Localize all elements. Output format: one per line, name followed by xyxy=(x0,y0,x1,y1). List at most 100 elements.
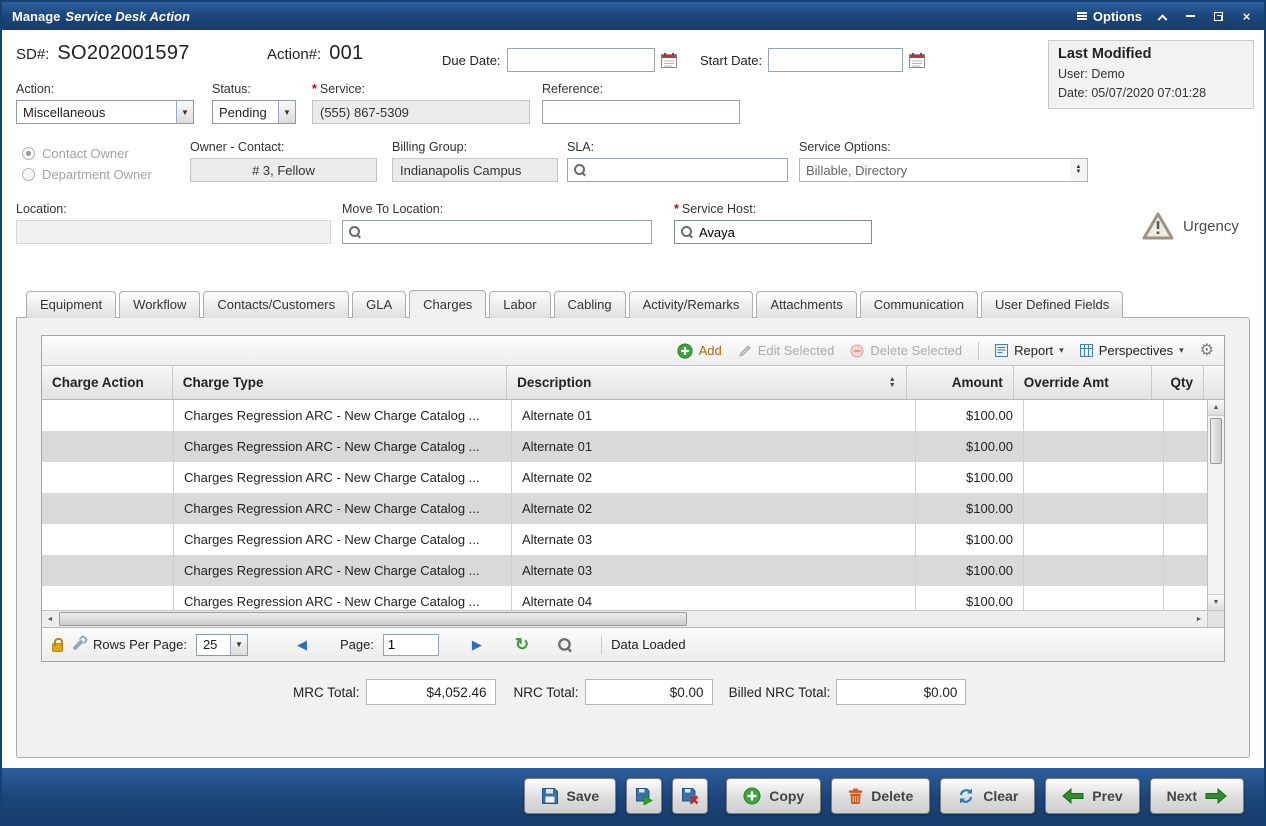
column-header-amount[interactable]: Amount xyxy=(907,366,1014,399)
tab-attachments[interactable]: Attachments xyxy=(756,291,856,318)
tab-activity-remarks[interactable]: Activity/Remarks xyxy=(629,291,754,318)
table-row[interactable]: Charges Regression ARC - New Charge Cata… xyxy=(42,400,1224,431)
options-button[interactable]: Options xyxy=(1077,9,1142,24)
search-icon[interactable] xyxy=(558,638,572,652)
action-label: Action: xyxy=(16,82,194,96)
grid-header-row: Charge Action Charge Type Description ▲▼… xyxy=(42,366,1224,400)
table-row[interactable]: Charges Regression ARC - New Charge Cata… xyxy=(42,586,1224,610)
cell-amount: $100.00 xyxy=(916,431,1024,462)
scroll-right-button[interactable]: ► xyxy=(1191,611,1207,627)
save-continue-icon xyxy=(635,787,653,805)
urgency-indicator[interactable]: Urgency xyxy=(1142,212,1239,240)
tab-charges[interactable]: Charges xyxy=(409,290,486,318)
cell-amount: $100.00 xyxy=(916,524,1024,555)
sla-input[interactable] xyxy=(592,159,781,181)
reference-input[interactable] xyxy=(542,100,740,124)
column-header-qty[interactable]: Qty xyxy=(1152,366,1204,399)
move-to-location-field[interactable] xyxy=(342,220,652,244)
page-number-input[interactable] xyxy=(383,634,439,656)
save-button[interactable]: Save xyxy=(524,778,617,814)
service-host-field[interactable] xyxy=(674,220,872,244)
delete-button[interactable]: Delete xyxy=(831,778,930,814)
cell-charge-action xyxy=(42,555,174,586)
gear-icon[interactable]: ⚙ xyxy=(1200,343,1214,359)
cell-charge-type: Charges Regression ARC - New Charge Cata… xyxy=(174,524,512,555)
column-header-charge-action[interactable]: Charge Action xyxy=(42,366,173,399)
charges-grid: Add Edit Selected Delete Selected Report… xyxy=(41,335,1225,662)
scroll-left-button[interactable]: ◄ xyxy=(42,611,58,627)
table-row[interactable]: Charges Regression ARC - New Charge Cata… xyxy=(42,555,1224,586)
tab-user-defined-fields[interactable]: User Defined Fields xyxy=(981,291,1123,318)
vertical-scrollbar[interactable]: ▲ ▼ xyxy=(1207,400,1224,610)
scroll-up-button[interactable]: ▲ xyxy=(1208,400,1224,416)
cell-charge-type: Charges Regression ARC - New Charge Cata… xyxy=(174,586,512,610)
popout-icon xyxy=(1214,12,1223,21)
close-button[interactable]: × xyxy=(1239,8,1254,24)
grid-status-text: Data Loaded xyxy=(611,637,685,652)
prev-button[interactable]: Prev xyxy=(1045,778,1139,814)
cell-override-amt xyxy=(1024,462,1164,493)
service-host-label: *Service Host: xyxy=(674,202,872,216)
collapse-button[interactable] xyxy=(1155,8,1170,24)
tab-cabling[interactable]: Cabling xyxy=(554,291,626,318)
cell-override-amt xyxy=(1024,524,1164,555)
service-host-input[interactable] xyxy=(699,221,865,243)
perspectives-icon xyxy=(1080,344,1093,357)
horizontal-scroll-thumb[interactable] xyxy=(59,612,687,626)
move-to-location-input[interactable] xyxy=(367,221,645,243)
previous-page-button[interactable]: ◀ xyxy=(294,637,310,653)
table-row[interactable]: Charges Regression ARC - New Charge Cata… xyxy=(42,493,1224,524)
add-button[interactable]: Add xyxy=(677,343,722,359)
tab-communication[interactable]: Communication xyxy=(860,291,978,318)
dropdown-arrow-icon: ▼ xyxy=(230,635,247,655)
start-date-calendar-button[interactable] xyxy=(909,53,925,68)
sla-search-field[interactable] xyxy=(567,158,788,182)
column-header-charge-type[interactable]: Charge Type xyxy=(173,366,507,399)
due-date-input[interactable] xyxy=(507,48,655,72)
cell-description: Alternate 04 xyxy=(512,586,916,610)
save-and-close-button[interactable] xyxy=(672,778,708,814)
vertical-scroll-thumb[interactable] xyxy=(1210,418,1222,464)
sort-icon: ▲▼ xyxy=(881,377,896,389)
column-header-override-amt[interactable]: Override Amt xyxy=(1014,366,1153,399)
tab-gla[interactable]: GLA xyxy=(352,291,406,318)
add-icon xyxy=(677,343,693,359)
table-row[interactable]: Charges Regression ARC - New Charge Cata… xyxy=(42,524,1224,555)
options-label: Options xyxy=(1093,9,1142,24)
minimize-button[interactable] xyxy=(1183,8,1198,24)
required-icon: * xyxy=(312,82,317,96)
status-select[interactable]: Pending ▼ xyxy=(212,100,296,124)
tab-equipment[interactable]: Equipment xyxy=(26,291,116,318)
rows-per-page-select[interactable]: 25 ▼ xyxy=(196,634,248,656)
refresh-icon[interactable]: ↻ xyxy=(515,636,529,653)
billing-group-label: Billing Group: xyxy=(392,140,558,154)
tab-labor[interactable]: Labor xyxy=(489,291,550,318)
contact-owner-radio xyxy=(22,147,35,160)
report-button[interactable]: Report ▾ xyxy=(995,343,1064,358)
table-row[interactable]: Charges Regression ARC - New Charge Cata… xyxy=(42,431,1224,462)
column-header-description[interactable]: Description ▲▼ xyxy=(507,366,907,399)
start-date-input[interactable] xyxy=(768,48,903,72)
clear-button[interactable]: Clear xyxy=(940,778,1035,814)
due-date-calendar-button[interactable] xyxy=(661,53,677,68)
mrc-total-value: $4,052.46 xyxy=(366,679,496,705)
popout-button[interactable] xyxy=(1211,8,1226,24)
scroll-down-button[interactable]: ▼ xyxy=(1208,594,1224,610)
lock-icon[interactable] xyxy=(52,643,63,652)
wrench-icon[interactable] xyxy=(72,639,83,650)
cell-charge-action xyxy=(42,462,174,493)
service-options-select[interactable]: Billable, Directory ▲▼ xyxy=(799,158,1088,182)
cell-charge-action xyxy=(42,431,174,462)
tab-workflow[interactable]: Workflow xyxy=(119,291,200,318)
next-button[interactable]: Next xyxy=(1150,778,1244,814)
perspectives-button[interactable]: Perspectives ▾ xyxy=(1080,343,1184,358)
save-and-continue-button[interactable] xyxy=(626,778,662,814)
table-row[interactable]: Charges Regression ARC - New Charge Cata… xyxy=(42,462,1224,493)
horizontal-scrollbar[interactable]: ◄ ► xyxy=(42,610,1224,627)
next-page-button[interactable]: ▶ xyxy=(469,637,485,653)
action-select[interactable]: Miscellaneous ▼ xyxy=(16,100,194,124)
calendar-icon xyxy=(909,53,925,68)
tab-contacts-customers[interactable]: Contacts/Customers xyxy=(203,291,349,318)
copy-button[interactable]: Copy xyxy=(726,778,821,814)
cell-override-amt xyxy=(1024,493,1164,524)
